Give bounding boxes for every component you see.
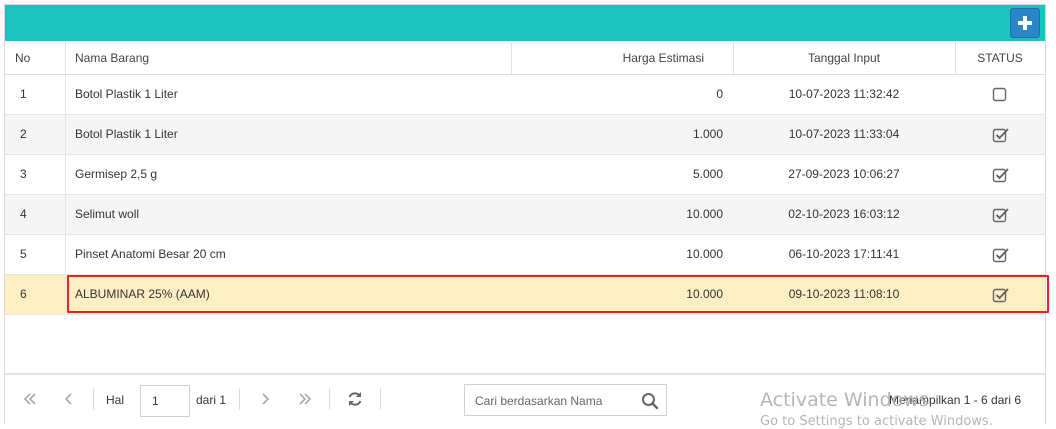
column-divider [65, 275, 66, 314]
data-grid-panel: No Nama Barang Harga Estimasi Tanggal In… [4, 4, 1049, 425]
search-box [464, 384, 667, 417]
grid-toolbar [5, 5, 1045, 41]
checkbox-icon[interactable] [992, 127, 1010, 143]
table-row[interactable]: 3 Germisep 2,5 g 5.000 27-09-2023 10:06:… [5, 155, 1045, 195]
cell-price: 10.000 [686, 247, 723, 261]
checkbox-icon[interactable] [992, 167, 1010, 183]
cell-price: 5.000 [692, 167, 723, 181]
checkbox-icon[interactable] [992, 287, 1010, 303]
column-divider [65, 115, 66, 154]
cell-price: 10.000 [686, 207, 723, 221]
cell-no: 2 [20, 127, 27, 141]
table-row-selected[interactable]: 6 ALBUMINAR 25% (AAM) 10.000 09-10-2023 … [5, 275, 1045, 315]
cell-no: 1 [20, 87, 27, 101]
cell-price: 1.000 [692, 127, 723, 141]
header-name[interactable]: Nama Barang [75, 42, 149, 74]
cell-name: ALBUMINAR 25% (AAM) [75, 287, 210, 301]
search-input[interactable] [465, 385, 642, 417]
table-row[interactable]: 4 Selimut woll 10.000 02-10-2023 16:03:1… [5, 195, 1045, 235]
pager-divider [380, 388, 381, 410]
column-divider [65, 195, 66, 234]
first-page-icon[interactable] [20, 389, 40, 409]
column-divider [65, 75, 66, 114]
page-label: Hal [106, 393, 125, 407]
grid-body: 1 Botol Plastik 1 Liter 0 10-07-2023 11:… [5, 75, 1045, 315]
cell-name: Germisep 2,5 g [75, 167, 158, 181]
cell-name: Botol Plastik 1 Liter [75, 87, 178, 101]
windows-activation-watermark: Activate Windows [760, 389, 929, 411]
pager-divider [329, 388, 330, 410]
header-date[interactable]: Tanggal Input [733, 42, 955, 74]
column-divider [65, 155, 66, 194]
cell-no: 3 [20, 167, 27, 181]
table-row[interactable]: 5 Pinset Anatomi Besar 20 cm 10.000 06-1… [5, 235, 1045, 275]
page-count-label: dari 1 [196, 393, 227, 407]
next-page-icon[interactable] [255, 389, 275, 409]
cell-price: 0 [716, 87, 723, 101]
pager-divider [93, 388, 94, 410]
header-status[interactable]: STATUS [955, 42, 1045, 74]
cell-date: 27-09-2023 10:06:27 [788, 167, 900, 181]
header-price[interactable]: Harga Estimasi [511, 42, 704, 74]
cell-name: Selimut woll [75, 207, 140, 221]
cell-date: 10-07-2023 11:33:04 [788, 127, 900, 141]
cell-date: 10-07-2023 11:32:42 [788, 87, 900, 101]
grid-header: No Nama Barang Harga Estimasi Tanggal In… [5, 42, 1045, 75]
search-icon[interactable] [641, 392, 659, 410]
checkbox-icon[interactable] [992, 87, 1008, 103]
column-divider [65, 235, 66, 274]
refresh-icon[interactable] [345, 389, 365, 409]
cell-price: 10.000 [686, 287, 723, 301]
cell-date: 06-10-2023 17:11:41 [788, 247, 900, 261]
add-item-button[interactable] [1010, 8, 1040, 38]
table-row[interactable]: 2 Botol Plastik 1 Liter 1.000 10-07-2023… [5, 115, 1045, 155]
table-row[interactable]: 1 Botol Plastik 1 Liter 0 10-07-2023 11:… [5, 75, 1045, 115]
prev-page-icon[interactable] [59, 389, 79, 409]
cell-no: 4 [20, 207, 27, 221]
checkbox-icon[interactable] [992, 207, 1010, 223]
header-no[interactable]: No [15, 42, 30, 74]
cell-name: Pinset Anatomi Besar 20 cm [75, 247, 226, 261]
pager-divider [239, 388, 240, 410]
cell-no: 5 [20, 247, 27, 261]
header-divider [65, 42, 66, 74]
page-number-input[interactable] [140, 385, 190, 417]
cell-date: 02-10-2023 16:03:12 [788, 207, 900, 221]
checkbox-icon[interactable] [992, 247, 1010, 263]
plus-icon [1018, 16, 1032, 30]
cell-no: 6 [20, 287, 27, 301]
cell-name: Botol Plastik 1 Liter [75, 127, 178, 141]
cell-date: 09-10-2023 11:08:10 [788, 287, 900, 301]
last-page-icon[interactable] [295, 389, 315, 409]
